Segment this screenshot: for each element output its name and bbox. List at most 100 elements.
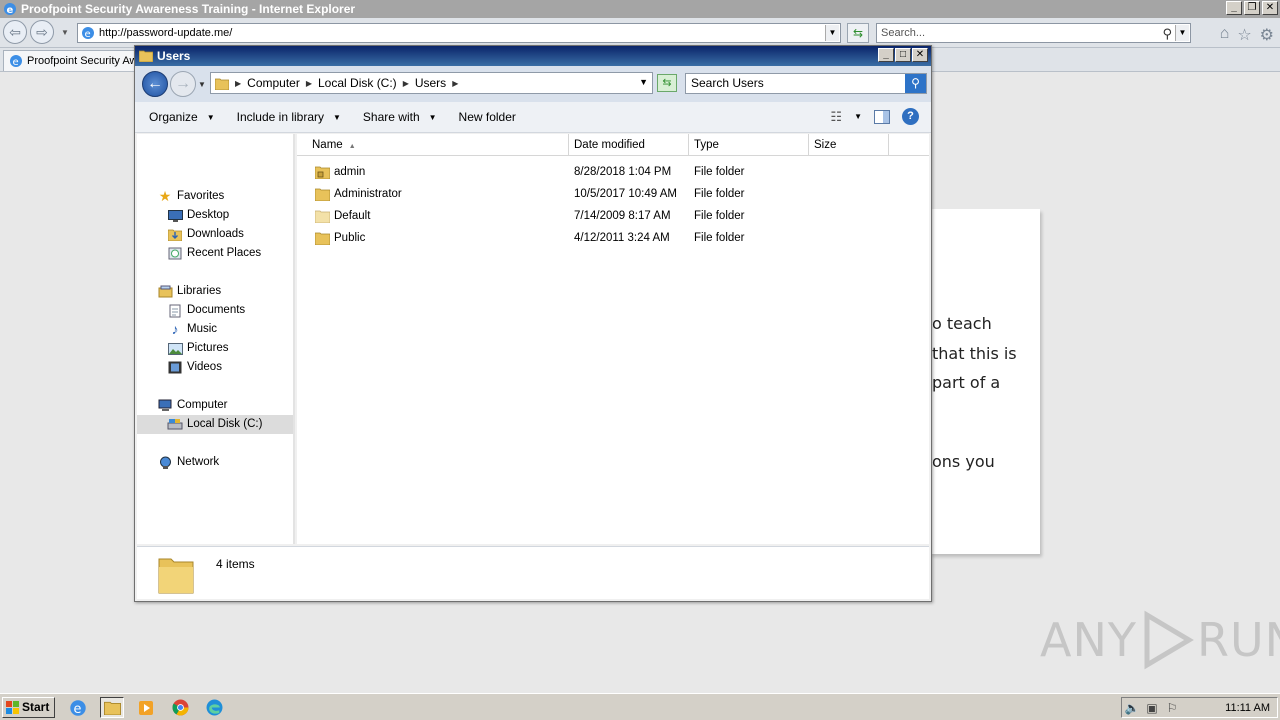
new-folder-button[interactable]: New folder bbox=[459, 110, 516, 124]
ie-forward-button[interactable]: ⇨ bbox=[30, 20, 54, 44]
watermark-left-text: ANY bbox=[1040, 613, 1137, 667]
nav-downloads[interactable]: Downloads bbox=[167, 225, 244, 244]
chrome-icon bbox=[172, 699, 188, 716]
share-with-menu[interactable]: Share with ▼ bbox=[363, 110, 437, 124]
include-in-library-menu[interactable]: Include in library ▼ bbox=[237, 110, 341, 124]
edge-icon bbox=[206, 699, 222, 716]
explorer-back-button[interactable]: ← bbox=[142, 71, 168, 97]
breadcrumb-arrow-icon[interactable]: ▶ bbox=[306, 79, 312, 88]
recent-pages-dropdown-icon[interactable]: ▼ bbox=[198, 80, 206, 89]
taskbar-media-player-button[interactable] bbox=[134, 697, 158, 718]
organize-menu[interactable]: Organize ▼ bbox=[149, 110, 215, 124]
refresh-icon: ⇆ bbox=[662, 77, 672, 89]
nav-computer[interactable]: Computer bbox=[157, 396, 228, 415]
taskbar-ie-button[interactable]: e bbox=[66, 697, 90, 718]
volume-icon[interactable]: 🔈 bbox=[1122, 701, 1142, 715]
action-center-flag-icon[interactable]: ⚐ bbox=[1162, 701, 1182, 715]
explorer-forward-button[interactable]: → bbox=[170, 71, 196, 97]
ie-restore-button[interactable]: ❐ bbox=[1244, 1, 1260, 15]
taskbar-explorer-button[interactable] bbox=[100, 697, 124, 718]
breadcrumb-users[interactable]: Users bbox=[415, 76, 446, 90]
history-dropdown-icon[interactable]: ▼ bbox=[61, 28, 69, 37]
svg-text:e: e bbox=[85, 29, 91, 40]
nav-desktop[interactable]: Desktop bbox=[167, 206, 229, 225]
file-list: Name ▲ Date modified Type Size admin 8/28… bbox=[297, 134, 929, 544]
nav-music[interactable]: ♪ Music bbox=[167, 320, 218, 339]
search-dropdown-icon[interactable]: ▼ bbox=[1175, 25, 1189, 41]
ie-address-bar[interactable]: e http://password-update.me/ ▼ bbox=[77, 23, 841, 43]
row-name: admin bbox=[334, 166, 366, 178]
column-header-size[interactable]: Size bbox=[809, 134, 889, 156]
organize-label: Organize bbox=[149, 110, 198, 124]
nav-videos[interactable]: Videos bbox=[167, 358, 222, 377]
nav-pictures[interactable]: Pictures bbox=[167, 339, 229, 358]
home-icon[interactable]: ⌂ bbox=[1220, 25, 1230, 45]
search-icon[interactable]: ⚲ bbox=[1162, 25, 1172, 43]
ie-close-button[interactable]: ✕ bbox=[1262, 1, 1278, 15]
breadcrumb-computer[interactable]: Computer bbox=[247, 76, 300, 90]
ie-titlebar: e Proofpoint Security Awareness Training… bbox=[0, 0, 1280, 18]
ie-tab[interactable]: e Proofpoint Security Aw... bbox=[3, 50, 139, 71]
ie-back-button[interactable]: ⇦ bbox=[3, 20, 27, 44]
taskbar-edge-button[interactable] bbox=[202, 697, 226, 718]
start-button[interactable]: Start bbox=[2, 697, 55, 718]
play-triangle-icon bbox=[1144, 610, 1194, 670]
breadcrumb[interactable]: ▶ Computer ▶ Local Disk (C:) ▶ Users ▶ ▼ bbox=[210, 72, 653, 94]
taskbar-chrome-button[interactable] bbox=[168, 697, 192, 718]
breadcrumb-local-disk[interactable]: Local Disk (C:) bbox=[318, 76, 397, 90]
row-date: 8/28/2018 1:04 PM bbox=[574, 166, 672, 178]
ie-refresh-button[interactable]: ⇆ bbox=[847, 23, 869, 43]
table-row[interactable]: admin 8/28/2018 1:04 PM File folder bbox=[297, 162, 929, 184]
page-text-line: part of a bbox=[932, 373, 1001, 392]
nav-network[interactable]: Network bbox=[157, 453, 219, 472]
ie-window-title: Proofpoint Security Awareness Training -… bbox=[21, 2, 356, 16]
nav-libraries[interactable]: Libraries bbox=[157, 282, 221, 301]
ie-tab-icon: e bbox=[10, 55, 22, 68]
view-dropdown-icon[interactable]: ▼ bbox=[854, 112, 862, 121]
explorer-maximize-button[interactable]: □ bbox=[895, 48, 911, 62]
preview-pane-icon[interactable] bbox=[874, 109, 890, 124]
explorer-close-button[interactable]: ✕ bbox=[912, 48, 928, 62]
breadcrumb-arrow-icon[interactable]: ▶ bbox=[235, 79, 241, 88]
address-dropdown-icon[interactable]: ▼ bbox=[825, 25, 839, 41]
tools-gear-icon[interactable]: ⚙ bbox=[1260, 25, 1274, 45]
explorer-minimize-button[interactable]: _ bbox=[878, 48, 894, 62]
column-header-date[interactable]: Date modified bbox=[569, 134, 689, 156]
ie-search-box[interactable]: Search... ⚲ ▼ bbox=[876, 23, 1191, 43]
chevron-down-icon: ▼ bbox=[428, 112, 437, 122]
table-row[interactable]: Default 7/14/2009 8:17 AM File folder bbox=[297, 206, 929, 228]
nav-label: Videos bbox=[187, 361, 222, 373]
breadcrumb-arrow-icon[interactable]: ▶ bbox=[403, 79, 409, 88]
nav-label: Network bbox=[177, 456, 220, 468]
search-icon[interactable]: ⚲ bbox=[905, 74, 926, 93]
column-header-name[interactable]: Name ▲ bbox=[297, 134, 569, 156]
nav-favorites[interactable]: ★ Favorites bbox=[157, 187, 225, 206]
row-date: 10/5/2017 10:49 AM bbox=[574, 188, 677, 200]
breadcrumb-arrow-icon[interactable]: ▶ bbox=[452, 79, 458, 88]
breadcrumb-dropdown-icon[interactable]: ▼ bbox=[639, 77, 648, 87]
view-options-icon[interactable]: ☷ bbox=[830, 109, 842, 125]
row-date: 7/14/2009 8:17 AM bbox=[574, 210, 671, 222]
row-type: File folder bbox=[694, 232, 745, 244]
favorites-star-icon[interactable]: ☆ bbox=[1237, 25, 1251, 45]
help-icon[interactable]: ? bbox=[902, 108, 919, 125]
clock[interactable]: 11:11 AM bbox=[1225, 702, 1270, 714]
network-tray-icon[interactable]: ▣ bbox=[1142, 701, 1162, 715]
explorer-titlebar[interactable]: Users _ □ ✕ bbox=[135, 46, 931, 66]
nav-recent-places[interactable]: Recent Places bbox=[167, 244, 261, 263]
table-row[interactable]: Administrator 10/5/2017 10:49 AM File fo… bbox=[297, 184, 929, 206]
table-row[interactable]: Public 4/12/2011 3:24 AM File folder bbox=[297, 228, 929, 250]
ie-tab-label: Proofpoint Security Aw... bbox=[27, 55, 139, 67]
include-label: Include in library bbox=[236, 110, 324, 124]
videos-icon bbox=[167, 361, 183, 375]
explorer-search-box[interactable]: Search Users ⚲ bbox=[685, 73, 927, 94]
column-label: Type bbox=[694, 139, 719, 151]
forward-arrow-icon: → bbox=[175, 75, 191, 92]
ie-minimize-button[interactable]: _ bbox=[1226, 1, 1242, 15]
explorer-refresh-button[interactable]: ⇆ bbox=[657, 74, 677, 92]
item-count: 4 items bbox=[216, 557, 255, 571]
nav-local-disk[interactable]: Local Disk (C:) bbox=[137, 415, 293, 434]
column-header-type[interactable]: Type bbox=[689, 134, 809, 156]
nav-documents[interactable]: Documents bbox=[167, 301, 245, 320]
recent-places-icon bbox=[167, 247, 183, 261]
